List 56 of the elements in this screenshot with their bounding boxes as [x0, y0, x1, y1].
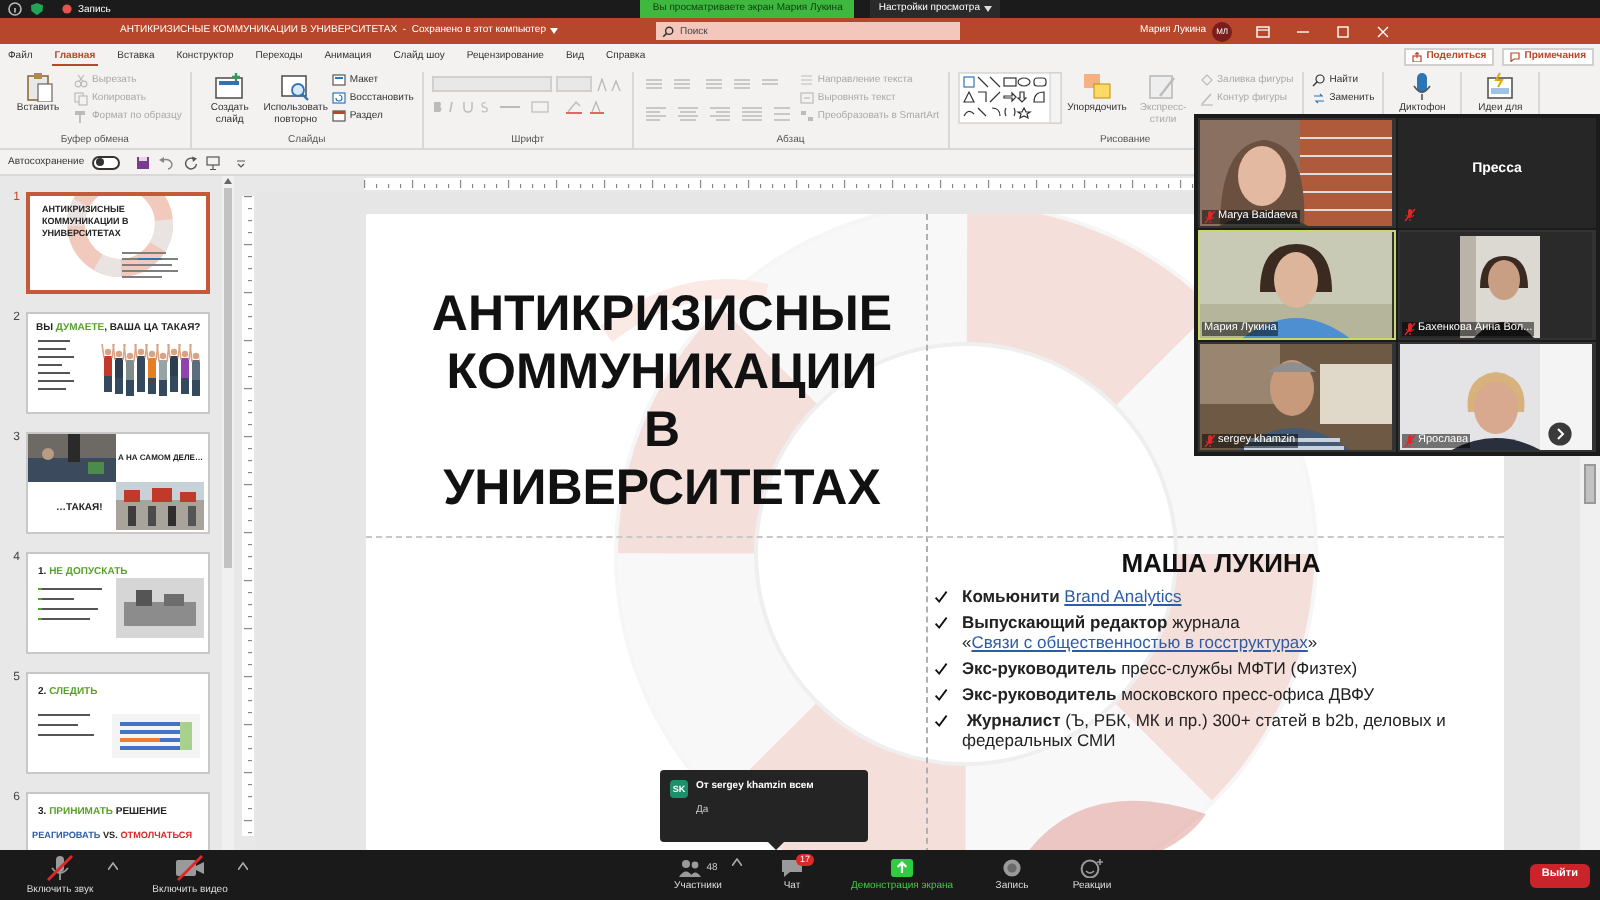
scroll-thumb[interactable]: [1584, 464, 1596, 504]
font-name-field[interactable]: [431, 76, 552, 92]
caret-icon[interactable]: [549, 28, 558, 34]
share-icon: [1412, 52, 1423, 62]
shapes-gallery-icon[interactable]: [957, 72, 1062, 124]
share-screen-icon: [890, 858, 914, 878]
layout-icon: [331, 74, 346, 88]
replace-icon: [1311, 92, 1326, 106]
search-icon: [1311, 74, 1326, 88]
people-icon: [678, 858, 703, 878]
caret-up-icon[interactable]: [238, 862, 248, 870]
smiley-icon: [1080, 858, 1104, 878]
text-direction-icon: [799, 74, 814, 88]
new-slide-icon: [214, 72, 245, 102]
microphone-icon: [44, 854, 76, 882]
close-icon[interactable]: [1376, 25, 1391, 37]
paint-bucket-icon: [1199, 74, 1214, 88]
caret-up-icon[interactable]: [732, 858, 742, 866]
scrollbar[interactable]: [222, 176, 234, 850]
record-dot-icon: [62, 4, 72, 14]
caret-icon: [984, 6, 992, 12]
copy-icon: [74, 92, 88, 106]
bullet-lines-drawing: [38, 340, 78, 392]
comment-icon: [1510, 52, 1521, 62]
redo-icon[interactable]: [184, 155, 199, 169]
speech-bubble-icon: [780, 858, 804, 878]
bullet-lines-drawing: [38, 588, 106, 620]
maximize-icon[interactable]: [1336, 25, 1351, 37]
align-text-icon: [799, 92, 814, 106]
scissors-icon: [74, 74, 88, 88]
ribbon-display-icon[interactable]: [1256, 25, 1271, 37]
save-icon[interactable]: [136, 155, 151, 169]
smartart-icon: [799, 110, 814, 124]
caret-up-icon[interactable]: [108, 862, 118, 870]
pencil-icon: [1199, 92, 1214, 106]
search-icon: [662, 25, 674, 37]
autosave-toggle[interactable]: [92, 155, 121, 169]
reuse-slide-icon: [280, 72, 311, 102]
customize-icon[interactable]: [236, 157, 247, 167]
font-size-field[interactable]: [555, 76, 592, 92]
bullet-lines-drawing: [122, 252, 182, 280]
info-icon[interactable]: [8, 2, 22, 16]
overlapping-squares-icon: [1082, 72, 1113, 102]
section-icon: [331, 110, 346, 124]
undo-icon[interactable]: [158, 155, 177, 169]
lightning-slide-icon: [1485, 72, 1516, 102]
brush-icon: [74, 110, 88, 124]
next-page-icon[interactable]: [1548, 422, 1572, 446]
presentation-icon[interactable]: [206, 155, 221, 169]
bar-chart-drawing: [112, 714, 200, 758]
scroll-thumb[interactable]: [224, 188, 232, 568]
minimize-icon[interactable]: [1296, 25, 1311, 37]
camera-icon: [174, 854, 206, 882]
bullet-lines-drawing: [38, 714, 98, 738]
reset-icon: [331, 92, 346, 106]
record-icon: [1002, 858, 1022, 878]
